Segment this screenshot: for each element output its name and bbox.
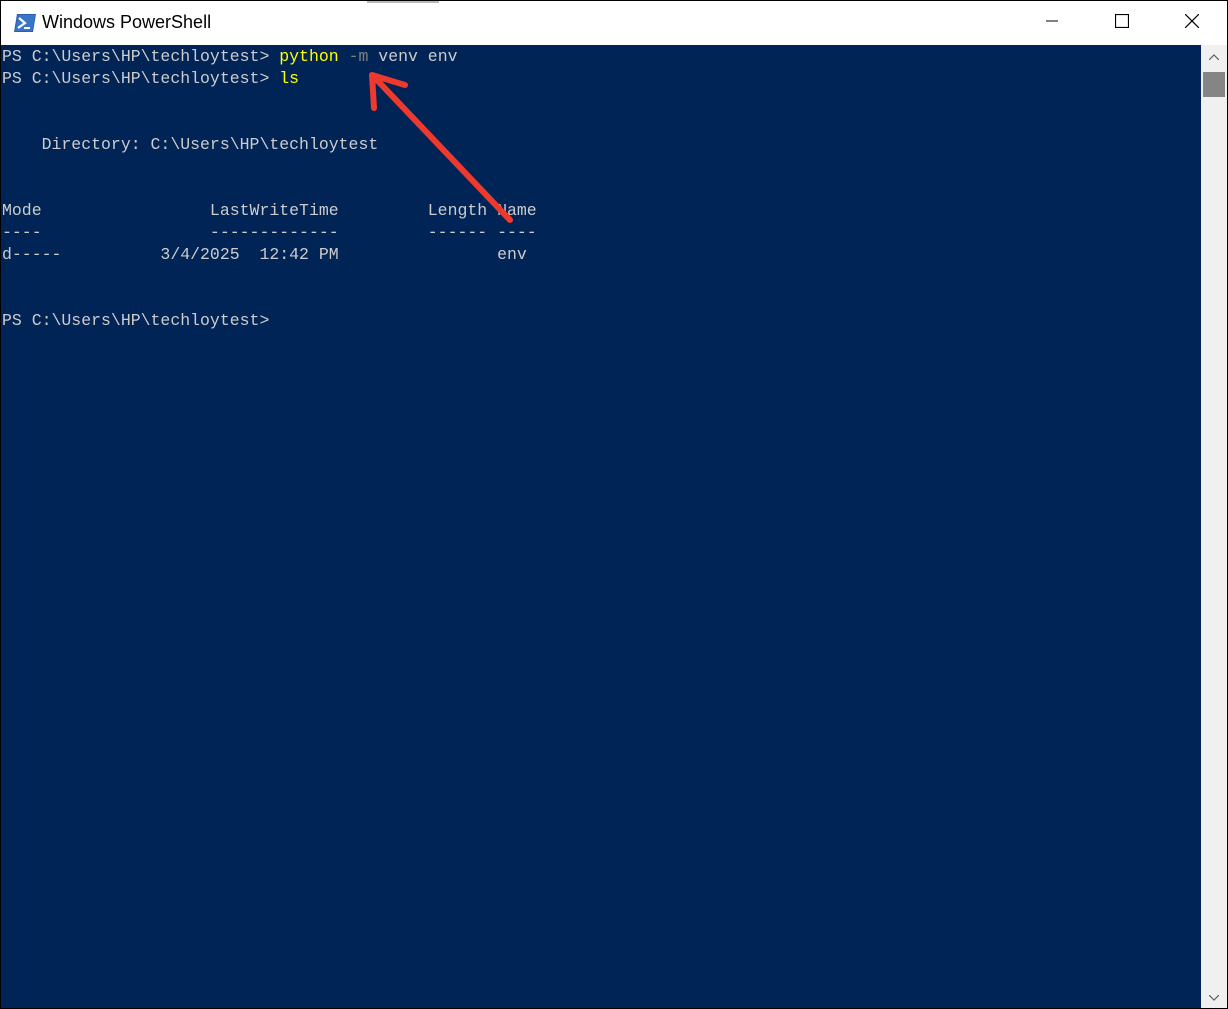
final-prompt[interactable]: PS C:\Users\HP\techloytest> [2, 310, 269, 332]
console-output[interactable]: PS C:\Users\HP\techloytest> python -m ve… [1, 45, 1201, 1008]
close-icon [1184, 13, 1200, 33]
console-line-python-venv: PS C:\Users\HP\techloytest> python -m ve… [2, 46, 458, 68]
close-button[interactable] [1157, 1, 1227, 45]
console-line-ls: PS C:\Users\HP\techloytest> ls [2, 68, 299, 90]
minimize-icon [1046, 14, 1058, 32]
vertical-scrollbar[interactable] [1201, 45, 1227, 1008]
directory-line: Directory: C:\Users\HP\techloytest [2, 135, 379, 154]
title-bar[interactable]: Windows PowerShell [1, 1, 1227, 45]
command-args: venv env [378, 47, 458, 66]
maximize-icon [1114, 13, 1130, 33]
chevron-down-icon [1208, 988, 1220, 1006]
minimize-button[interactable] [1017, 1, 1087, 45]
table-underline: ---- ------------- ------ ---- [2, 223, 537, 242]
scroll-down-button[interactable] [1201, 986, 1227, 1008]
table-row: d----- 3/4/2025 12:42 PM env [2, 245, 527, 264]
command-ls: ls [279, 69, 300, 88]
title-bar-highlight [367, 1, 439, 3]
powershell-window: Windows PowerShell PS C:\Users\HP\techlo… [0, 0, 1228, 1009]
command-param: -m [348, 47, 369, 66]
table-header: Mode LastWriteTime Length Name [2, 201, 537, 220]
scroll-up-button[interactable] [1201, 45, 1227, 67]
prompt: PS C:\Users\HP\techloytest> [2, 47, 280, 66]
chevron-up-icon [1208, 47, 1220, 65]
prompt: PS C:\Users\HP\techloytest> [2, 69, 280, 88]
command-python: python [279, 47, 339, 66]
scroll-thumb[interactable] [1203, 72, 1225, 97]
window-title: Windows PowerShell [42, 12, 212, 32]
maximize-button[interactable] [1087, 1, 1157, 45]
powershell-icon[interactable] [13, 13, 37, 33]
